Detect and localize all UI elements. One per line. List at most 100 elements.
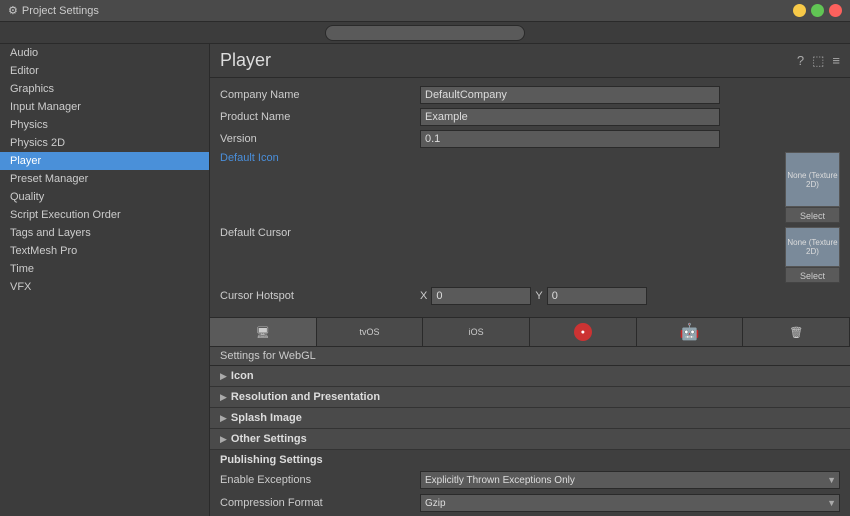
sidebar-item-tags-and-layers[interactable]: Tags and Layers xyxy=(0,224,209,242)
default-cursor-label: Default Cursor xyxy=(220,227,420,239)
maximize-button[interactable] xyxy=(811,4,824,17)
sidebar-item-player[interactable]: Player xyxy=(0,152,209,170)
tab-webgl[interactable]: ● xyxy=(530,318,637,346)
help-icon[interactable]: ? xyxy=(797,53,804,68)
pc-icon: 🖥 xyxy=(256,326,270,339)
close-button[interactable] xyxy=(829,4,842,17)
player-settings-form: Company Name Product Name Version Defaul… xyxy=(210,78,850,317)
resolution-section-label: Resolution and Presentation xyxy=(231,391,380,403)
enable-exceptions-select[interactable]: Explicitly Thrown Exceptions Only None A… xyxy=(420,471,840,489)
dock-icon[interactable]: ⬚ xyxy=(812,53,824,69)
content-area: Player ? ⬚ ≡ Company Name Product Name V… xyxy=(210,44,850,516)
cursor-hotspot-row: Cursor Hotspot X Y xyxy=(220,287,840,305)
company-name-input[interactable] xyxy=(420,86,720,104)
default-cursor-preview: None (Texture 2D) Select xyxy=(785,227,840,283)
resolution-section-arrow: ▶ xyxy=(220,392,227,403)
tab-pc[interactable]: 🖥 xyxy=(210,318,317,346)
default-icon-label[interactable]: Default Icon xyxy=(220,152,279,164)
enable-exceptions-dropdown-wrapper: Explicitly Thrown Exceptions Only None A… xyxy=(420,471,840,489)
samsung-icon: 🗑 xyxy=(789,326,803,339)
sidebar-item-preset-manager[interactable]: Preset Manager xyxy=(0,170,209,188)
publishing-settings-section: Publishing Settings Enable Exceptions Ex… xyxy=(210,450,850,516)
settings-for-webgl-label: Settings for WebGL xyxy=(210,347,850,366)
splash-section-arrow: ▶ xyxy=(220,413,227,424)
icon-section-label: Icon xyxy=(231,370,254,382)
title-bar-label: Project Settings xyxy=(22,5,99,17)
android-icon: 🤖 xyxy=(680,322,700,342)
sidebar-item-graphics[interactable]: Graphics xyxy=(0,80,209,98)
sidebar: Audio Editor Graphics Input Manager Phys… xyxy=(0,44,210,516)
title-bar-text: ⚙ Project Settings xyxy=(8,4,99,17)
sidebar-item-input-manager[interactable]: Input Manager xyxy=(0,98,209,116)
cursor-preview-text1: None (Texture xyxy=(787,238,837,247)
resolution-section-header[interactable]: ▶ Resolution and Presentation xyxy=(210,387,850,408)
version-label: Version xyxy=(220,133,420,145)
version-input[interactable] xyxy=(420,130,720,148)
publishing-settings-header: Publishing Settings xyxy=(220,450,840,470)
icon-preview-text1: None (Texture xyxy=(787,171,837,180)
sidebar-item-editor[interactable]: Editor xyxy=(0,62,209,80)
content-header: Player ? ⬚ ≡ xyxy=(210,44,850,78)
enable-exceptions-label: Enable Exceptions xyxy=(220,474,420,486)
icon-section-header[interactable]: ▶ Icon xyxy=(210,366,850,387)
icon-preview-text2: 2D) xyxy=(806,180,819,189)
compression-format-select[interactable]: Gzip Brotli Disabled xyxy=(420,494,840,512)
tvos-label: tvOS xyxy=(360,327,380,337)
version-row: Version xyxy=(220,130,840,148)
icon-preview-box: None (Texture 2D) xyxy=(785,152,840,207)
header-icons: ? ⬚ ≡ xyxy=(797,53,840,69)
settings-icon: ⚙ xyxy=(8,4,18,17)
sidebar-item-time[interactable]: Time xyxy=(0,260,209,278)
tab-android[interactable]: 🤖 xyxy=(637,318,744,346)
other-section-header[interactable]: ▶ Other Settings xyxy=(210,429,850,450)
compression-format-row: Compression Format Gzip Brotli Disabled … xyxy=(220,493,840,513)
menu-icon[interactable]: ≡ xyxy=(832,53,840,68)
enable-exceptions-row: Enable Exceptions Explicitly Thrown Exce… xyxy=(220,470,840,490)
product-name-input[interactable] xyxy=(420,108,720,126)
x-label: X xyxy=(420,290,427,302)
platform-tabs: 🖥 tvOS iOS ● 🤖 🗑 xyxy=(210,317,850,347)
webgl-icon: ● xyxy=(574,323,592,341)
icon-section-arrow: ▶ xyxy=(220,371,227,382)
hotspot-y-input[interactable] xyxy=(547,287,647,305)
sidebar-item-physics-2d[interactable]: Physics 2D xyxy=(0,134,209,152)
sidebar-item-physics[interactable]: Physics xyxy=(0,116,209,134)
default-icon-preview: None (Texture 2D) Select xyxy=(785,152,840,223)
sidebar-item-textmesh-pro[interactable]: TextMesh Pro xyxy=(0,242,209,260)
product-name-row: Product Name xyxy=(220,108,840,126)
y-label: Y xyxy=(535,290,542,302)
cursor-select-button[interactable]: Select xyxy=(785,267,840,283)
cursor-preview-box: None (Texture 2D) xyxy=(785,227,840,267)
compression-format-label: Compression Format xyxy=(220,497,420,509)
sidebar-item-script-execution-order[interactable]: Script Execution Order xyxy=(0,206,209,224)
ios-label: iOS xyxy=(469,327,484,337)
other-section-label: Other Settings xyxy=(231,433,307,445)
sidebar-item-quality[interactable]: Quality xyxy=(0,188,209,206)
search-input[interactable] xyxy=(325,25,525,41)
window-controls xyxy=(793,4,842,17)
company-name-row: Company Name xyxy=(220,86,840,104)
sidebar-item-audio[interactable]: Audio xyxy=(0,44,209,62)
title-bar: ⚙ Project Settings xyxy=(0,0,850,22)
compression-format-dropdown-wrapper: Gzip Brotli Disabled ▼ xyxy=(420,494,840,512)
hotspot-x-input[interactable] xyxy=(431,287,531,305)
tab-samsung[interactable]: 🗑 xyxy=(743,318,850,346)
tab-tvos[interactable]: tvOS xyxy=(317,318,424,346)
splash-section-header[interactable]: ▶ Splash Image xyxy=(210,408,850,429)
other-section-arrow: ▶ xyxy=(220,434,227,445)
splash-section-label: Splash Image xyxy=(231,412,302,424)
minimize-button[interactable] xyxy=(793,4,806,17)
default-icon-section: Default Icon None (Texture 2D) Select xyxy=(220,152,840,223)
product-name-label: Product Name xyxy=(220,111,420,123)
icon-select-button[interactable]: Select xyxy=(785,207,840,223)
cursor-hotspot-label: Cursor Hotspot xyxy=(220,290,420,302)
default-cursor-section: Default Cursor None (Texture 2D) Select xyxy=(220,227,840,283)
main-layout: Audio Editor Graphics Input Manager Phys… xyxy=(0,44,850,516)
tab-ios[interactable]: iOS xyxy=(423,318,530,346)
sidebar-item-vfx[interactable]: VFX xyxy=(0,278,209,296)
page-title: Player xyxy=(220,50,271,71)
hotspot-inputs: X Y xyxy=(420,287,647,305)
search-bar xyxy=(0,22,850,44)
cursor-preview-text2: 2D) xyxy=(806,247,819,256)
company-name-label: Company Name xyxy=(220,89,420,101)
